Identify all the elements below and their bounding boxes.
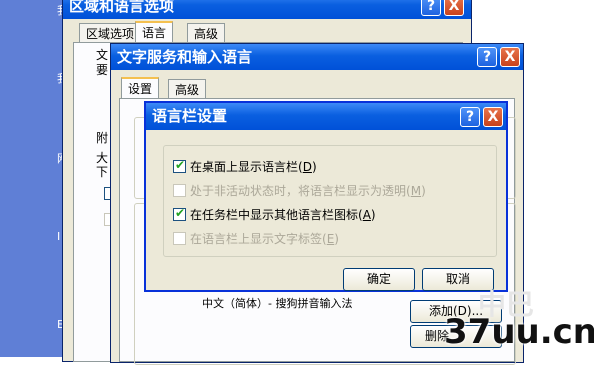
window-title: 文字服务和输入语言 [117, 48, 253, 66]
tab-settings[interactable]: 设置 [121, 77, 160, 99]
desktop-background: 我 我 网 I E [0, 0, 68, 357]
desktop-text: I [57, 230, 61, 243]
tab-regional-options[interactable]: 区域选项 [79, 23, 142, 43]
watermark-logo: 37uu.cn [444, 312, 594, 352]
window-titlebar: 区域和语言选项 [63, 0, 471, 19]
close-icon: X [504, 49, 516, 65]
text-fragment: 附 [96, 131, 109, 145]
help-icon: ? [482, 49, 492, 65]
help-icon: ? [426, 0, 436, 14]
text-fragment: 下 [96, 165, 109, 179]
dialog-title: 语言栏设置 [152, 107, 228, 125]
show-text-labels-label: 在语言栏上显示文字标签(E) [190, 232, 339, 246]
show-on-desktop-label[interactable]: 在桌面上显示语言栏(D) [190, 158, 317, 175]
show-taskbar-icons-checkbox[interactable]: ✔ [173, 206, 186, 221]
help-button[interactable]: ? [477, 47, 497, 67]
transparent-when-inactive-checkbox [173, 184, 186, 197]
show-taskbar-icons-label[interactable]: 在任务栏中显示其他语言栏图标(A) [190, 206, 376, 223]
tab-advanced[interactable]: 高级 [187, 23, 226, 43]
checkmark-icon: ✔ [175, 158, 186, 172]
help-icon: ? [465, 109, 475, 125]
close-button[interactable]: X [444, 0, 464, 16]
tab-languages[interactable]: 语言 [135, 21, 174, 43]
tab-advanced[interactable]: 高级 [168, 79, 207, 99]
language-bar-settings-dialog: 语言栏设置 ? X ✔ 在桌面上显示语言栏(D) 处于非活动状态时，将语言栏显示… [144, 101, 508, 292]
help-button[interactable]: ? [460, 107, 480, 127]
ok-button[interactable]: 确定 [343, 268, 415, 291]
text-fragment: 要 [96, 63, 109, 77]
help-button[interactable]: ? [421, 0, 441, 16]
input-method-item[interactable]: 中文（简体）- 搜狗拼音输入法 [202, 295, 352, 311]
checkmark-icon: ✔ [175, 206, 186, 220]
show-on-desktop-checkbox[interactable]: ✔ [173, 158, 186, 173]
transparent-when-inactive-label: 处于非活动状态时，将语言栏显示为透明(M) [190, 184, 426, 198]
close-icon: X [487, 109, 499, 125]
close-button[interactable]: X [500, 47, 520, 67]
window-titlebar: 文字服务和输入语言 [111, 44, 523, 70]
dialog-titlebar: 语言栏设置 [146, 103, 506, 130]
close-button[interactable]: X [483, 107, 503, 127]
window-title: 区域和语言选项 [69, 0, 175, 15]
close-icon: X [448, 0, 460, 14]
show-text-labels-checkbox [173, 232, 186, 245]
